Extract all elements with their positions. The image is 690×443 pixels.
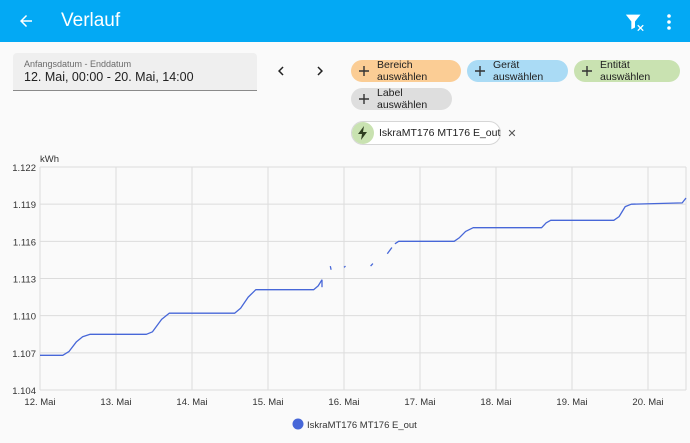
previous-period-button[interactable] [272,62,290,80]
y-tick-label: 1.110 [13,312,36,323]
clear-filter-button[interactable] [624,11,648,33]
arrow-left-icon [20,15,32,27]
dots-vertical-icon [667,14,671,30]
series-line-segment [394,197,687,245]
x-tick-label: 16. Mai [328,397,359,408]
y-tick-label: 1.113 [13,275,36,286]
top-app-bar: Verlauf [0,0,690,42]
x-tick-label: 17. Mai [404,397,435,408]
x-tick-label: 13. Mai [100,397,131,408]
plus-icon [582,66,592,76]
date-range-label: Anfangsdatum - Enddatum [24,59,132,69]
series-line-segment [40,279,323,356]
select-label-chip[interactable]: Label auswählen [351,87,452,111]
series-line-segment [329,265,332,270]
x-tick-label: 15. Mai [252,397,283,408]
y-axis-unit-label: kWh [40,154,59,165]
x-tick-label: 14. Mai [176,397,207,408]
chevron-right-icon [317,66,323,76]
history-chart: 1.104 1.107 1.110 1.113 1.116 1.119 1.122 12. M… [12,154,687,431]
chevron-left-icon [278,66,284,76]
series-line-segment [386,247,393,255]
select-area-label: Bereich auswählen [377,59,428,83]
date-range-value: 12. Mai, 00:00 - 20. Mai, 14:00 [24,70,194,84]
select-device-label: Gerät auswählen [493,59,544,83]
select-entity-chip[interactable]: Entität auswählen [574,59,680,83]
legend-label: IskraMT176 MT176 E_out [307,420,417,431]
select-entity-label: Entität auswählen [600,59,651,83]
series-line-segment [370,263,374,267]
x-tick-label: 12. Mai [24,397,55,408]
lightning-bolt-icon [358,126,367,140]
entity-avatar [352,122,374,144]
selected-entity-name: IskraMT176 MT176 E_out [379,127,501,139]
y-tick-label: 1.104 [12,386,36,397]
legend-marker [292,418,304,430]
plus-icon [475,66,485,76]
x-tick-label: 19. Mai [556,397,587,408]
y-tick-label: 1.107 [12,349,36,360]
x-tick-label: 18. Mai [480,397,511,408]
overflow-menu-button[interactable] [662,11,676,33]
plus-icon [359,66,369,76]
select-area-chip[interactable]: Bereich auswählen [351,59,461,83]
plus-icon [359,94,369,104]
next-period-button[interactable] [311,62,329,80]
select-device-chip[interactable]: Gerät auswählen [467,59,568,83]
remove-entity-icon[interactable]: ✕ [507,127,516,140]
selected-entity-chip[interactable]: IskraMT176 MT176 E_out ✕ [351,121,517,145]
date-range-field[interactable]: Anfangsdatum - Enddatum 12. Mai, 00:00 -… [13,53,257,91]
select-label-label: Label auswählen [377,87,428,111]
page-title: Verlauf [61,10,121,31]
y-tick-label: 1.122 [12,163,36,174]
y-tick-label: 1.116 [13,237,36,248]
x-tick-label: 20. Mai [632,397,663,408]
filter-remove-icon [625,14,644,32]
y-tick-label: 1.119 [13,200,36,211]
back-button[interactable] [14,9,38,33]
